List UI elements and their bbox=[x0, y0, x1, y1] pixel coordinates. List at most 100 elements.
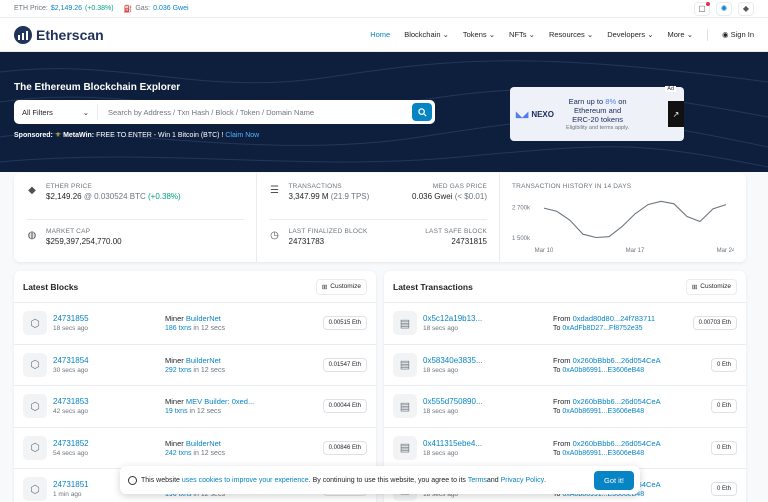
nexo-ad-banner[interactable]: ◣◢ NEXO Earn up to 8% on Ethereum and ER… bbox=[510, 86, 684, 141]
terms-link[interactable]: Terms bbox=[468, 477, 487, 484]
customize-transactions-button[interactable]: ⊞ Customize bbox=[685, 278, 737, 295]
block-number-link[interactable]: 24731855 bbox=[53, 314, 143, 323]
transaction-amount-badge: 0.00703 Eth bbox=[692, 316, 737, 331]
transaction-parties: From 0x260bBbb6...26d054CeA To 0xA0b86991… bbox=[513, 397, 711, 415]
finalized-block-link[interactable]: 24731783 bbox=[289, 237, 368, 246]
ethereum-icon: ◆ bbox=[28, 185, 36, 196]
block-age: 30 secs ago bbox=[53, 366, 89, 374]
miner-link[interactable]: BuilderNet bbox=[186, 439, 221, 448]
miner-link[interactable]: BuilderNet bbox=[186, 314, 221, 323]
block-txns-link[interactable]: 186 txns bbox=[165, 325, 191, 332]
ad-disclaimer: Eligibility and terms apply. bbox=[565, 124, 630, 131]
transaction-amount-badge: 0 Eth bbox=[710, 399, 737, 414]
main-nav: Etherscan Home Blockchain ⌄ Tokens ⌄ NFT… bbox=[0, 18, 768, 52]
nav-tokens[interactable]: Tokens ⌄ bbox=[463, 30, 495, 39]
chevron-down-icon: ⌄ bbox=[488, 30, 496, 39]
transaction-hash-link[interactable]: 0x58340e3835... bbox=[423, 356, 513, 365]
from-address-link[interactable]: 0x260bBbb6...26d054CeA bbox=[573, 439, 661, 448]
sign-in-link[interactable]: ◉ Sign In bbox=[722, 30, 754, 39]
miner-link[interactable]: BuilderNet bbox=[186, 356, 221, 365]
claim-now-link[interactable]: Claim Now bbox=[225, 132, 259, 139]
from-address-link[interactable]: 0x260bBbb6...26d054CeA bbox=[573, 356, 661, 365]
block-txns-link[interactable]: 242 txns bbox=[165, 450, 191, 457]
latest-blocks-title: Latest Blocks bbox=[23, 281, 79, 292]
finalized-row: ◷ LAST FINALIZED BLOCK 24731783 LAST SAF… bbox=[268, 219, 487, 253]
transaction-history-chart[interactable]: 2 700k 1 500k Mar 10 Mar 17 Mar 24 bbox=[512, 192, 736, 256]
finalized-label: LAST FINALIZED BLOCK bbox=[288, 228, 368, 235]
to-address-link[interactable]: 0xAdFb8D27...Ff8752e35 bbox=[562, 325, 642, 332]
to-address-link[interactable]: 0xA0b86991...E3606eB48 bbox=[562, 408, 644, 415]
chart-title: TRANSACTION HISTORY IN 14 DAYS bbox=[512, 183, 632, 190]
txns-line: 242 txns in 12 secs bbox=[165, 450, 323, 457]
block-number-link[interactable]: 24731854 bbox=[53, 356, 143, 365]
nav-more[interactable]: More ⌄ bbox=[668, 30, 693, 39]
to-line: To 0xA0b86991...E3606eB48 bbox=[553, 408, 711, 415]
nav-home[interactable]: Home bbox=[370, 30, 390, 39]
nav-blockchain[interactable]: Blockchain ⌄ bbox=[404, 30, 449, 39]
search-button[interactable] bbox=[412, 103, 432, 121]
cube-icon: ⬡ bbox=[23, 477, 47, 502]
transaction-hash-link[interactable]: 0x411315ebe4... bbox=[423, 439, 513, 448]
block-time: in 12 secs bbox=[193, 449, 225, 457]
ether-price-label: ETHER PRICE bbox=[46, 183, 92, 190]
cookie-policy-link[interactable]: uses cookies to improve your experience bbox=[182, 477, 309, 484]
nav-divider bbox=[707, 28, 708, 41]
theme-toggle-button[interactable]: ✺ bbox=[716, 1, 732, 16]
from-address-link[interactable]: 0xdad80d80...24f783711 bbox=[573, 314, 655, 323]
transactions-link[interactable]: 3,347.99 M bbox=[289, 192, 329, 201]
network-button[interactable]: ◆ bbox=[738, 1, 754, 16]
tps-value: (21.9 TPS) bbox=[330, 192, 370, 201]
to-address-link[interactable]: 0xA0b86991...E3606eB48 bbox=[562, 450, 644, 457]
block-main: 24731854 30 secs ago bbox=[53, 356, 143, 374]
safe-block-link[interactable]: 24731815 bbox=[425, 237, 487, 246]
transaction-parties: From 0xdad80d80...24f783711 To 0xAdFb8D27… bbox=[513, 314, 693, 332]
block-number-link[interactable]: 24731852 bbox=[53, 439, 143, 448]
etherscan-logo[interactable]: Etherscan bbox=[14, 25, 104, 44]
to-address-link[interactable]: 0xA0b86991...E3606eB48 bbox=[562, 367, 644, 374]
nav-developers-label: Developers bbox=[607, 30, 646, 39]
transaction-hash-link[interactable]: 0x555d750890... bbox=[423, 397, 513, 406]
search-filter-select[interactable]: All Filters ⌄ bbox=[22, 104, 98, 120]
transaction-row: ▤ 0x58340e3835... 18 secs ago From 0x260bBb… bbox=[384, 345, 746, 386]
arrow-up-right-icon[interactable]: ↗ bbox=[668, 101, 684, 127]
bell-icon: ▢ bbox=[698, 4, 706, 13]
cookie-text-end: . bbox=[544, 476, 547, 484]
gas-price-block: MED GAS PRICE 0.036 Gwei (< $0.01) bbox=[412, 183, 487, 201]
ether-price-link[interactable]: $2,149.26 bbox=[46, 192, 82, 201]
nav-resources[interactable]: Resources ⌄ bbox=[549, 30, 593, 39]
miner-link[interactable]: MEV Builder: 0xed... bbox=[186, 397, 254, 406]
block-number-link[interactable]: 24731853 bbox=[53, 397, 143, 406]
block-row: ⬡ 24731853 42 secs ago Miner MEV Builder: 0… bbox=[14, 386, 376, 428]
transaction-hash-link[interactable]: 0x5c12a19b13... bbox=[423, 314, 513, 323]
eth-price-label: ETH Price: bbox=[14, 5, 48, 12]
gas-price-link[interactable]: 0.036 Gwei bbox=[412, 192, 452, 201]
transaction-parties: From 0x260bBbb6...26d054CeATo 0xA0b86991… bbox=[513, 439, 711, 457]
block-row: ⬡ 24731854 30 secs ago Miner BuilderNet 292 … bbox=[14, 345, 376, 386]
stats-card: ◆ ETHER PRICE $2,149.26 @ 0.030524 BTC (… bbox=[14, 173, 746, 262]
stats-column-chart: TRANSACTION HISTORY IN 14 DAYS 2 700k 1 5… bbox=[500, 173, 746, 262]
transaction-history-line bbox=[543, 200, 727, 239]
ad-line1-c: on bbox=[616, 96, 627, 106]
from-line: From 0x260bBbb6...26d054CeA bbox=[553, 397, 711, 406]
eth-price-link[interactable]: $2,149.26 bbox=[51, 5, 82, 12]
privacy-policy-link[interactable]: Privacy Policy bbox=[501, 477, 545, 484]
block-age: 42 secs ago bbox=[53, 408, 89, 416]
notifications-button[interactable]: ▢ bbox=[694, 1, 710, 16]
to-label: To bbox=[553, 366, 561, 374]
customize-blocks-button[interactable]: ⊞ Customize bbox=[315, 278, 367, 295]
x-tick-label: Mar 24 bbox=[717, 248, 734, 254]
stats-column-transactions: ☰ TRANSACTIONS 3,347.99 M (21.9 TPS) MED… bbox=[257, 173, 500, 262]
nav-menu: Home Blockchain ⌄ Tokens ⌄ NFTs ⌄ Resour… bbox=[370, 28, 754, 41]
nav-resources-label: Resources bbox=[548, 30, 585, 39]
nav-developers[interactable]: Developers ⌄ bbox=[607, 30, 653, 39]
customize-label: Customize bbox=[700, 283, 731, 290]
miner-line: Miner BuilderNet bbox=[165, 314, 323, 323]
got-it-button[interactable]: Got it! bbox=[593, 470, 634, 490]
nav-nfts[interactable]: NFTs ⌄ bbox=[509, 30, 535, 39]
search-input[interactable]: Search by Address / Txn Hash / Block / T… bbox=[98, 108, 412, 117]
from-label: From bbox=[553, 397, 571, 407]
from-address-link[interactable]: 0x260bBbb6...26d054CeA bbox=[573, 397, 661, 406]
block-txns-link[interactable]: 19 txns bbox=[165, 408, 188, 415]
gas-value-link[interactable]: 0.036 Gwei bbox=[153, 5, 188, 12]
block-txns-link[interactable]: 292 txns bbox=[165, 367, 191, 374]
